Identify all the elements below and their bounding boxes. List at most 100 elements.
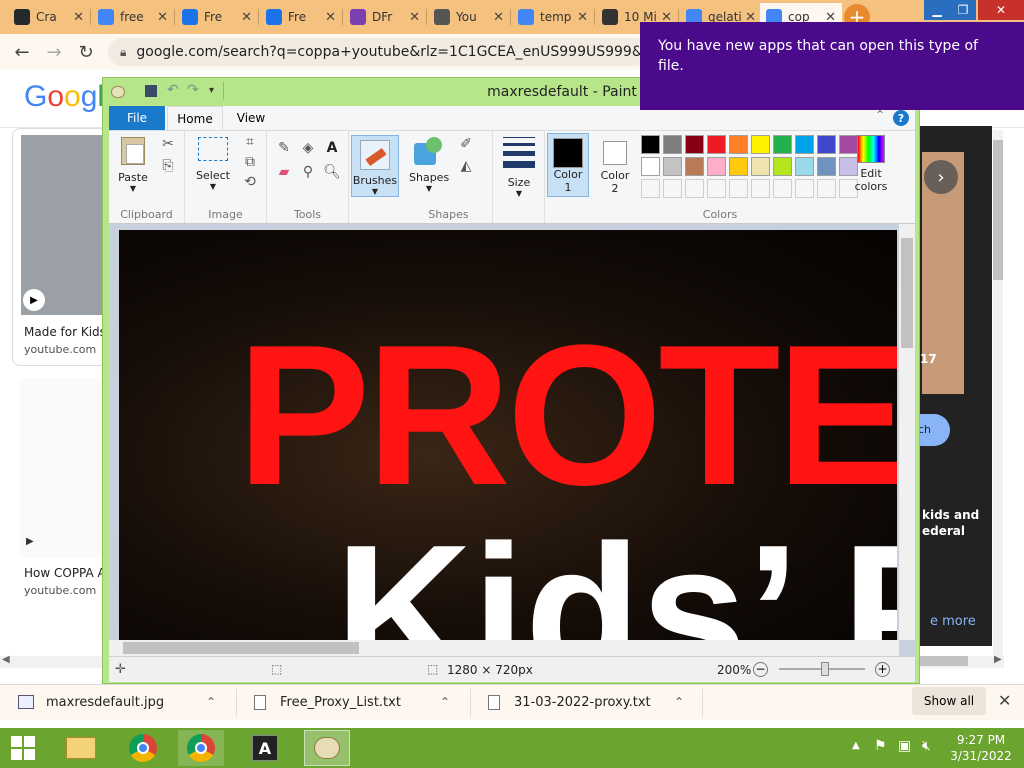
crop-icon[interactable]: ⌗ — [241, 133, 259, 151]
edit-colors-button[interactable]: Edit colors — [851, 135, 891, 193]
custom-color-slot[interactable] — [685, 179, 704, 198]
text-icon[interactable]: A — [323, 139, 341, 157]
close-tab-icon[interactable]: ✕ — [577, 10, 588, 25]
download-item[interactable]: maxresdefault.jpg ⌃ — [18, 685, 228, 719]
zoom-out-button[interactable]: − — [753, 662, 768, 677]
close-downloads-bar-icon[interactable]: ✕ — [998, 691, 1011, 710]
close-window-button[interactable]: ✕ — [978, 0, 1024, 20]
canvas-hscrollbar[interactable] — [109, 640, 899, 656]
back-arrow-icon[interactable]: ← — [12, 42, 32, 63]
custom-color-slot[interactable] — [707, 179, 726, 198]
minimize-button[interactable]: ▁ — [924, 0, 950, 20]
palette-swatch[interactable] — [773, 157, 792, 176]
result-thumbnail[interactable] — [20, 378, 104, 558]
action-center-flag-icon[interactable]: ⚑ — [874, 738, 887, 754]
palette-swatch[interactable] — [751, 135, 770, 154]
zoom-in-button[interactable]: + — [875, 662, 890, 677]
result-title[interactable]: How COPPA A — [24, 566, 106, 580]
system-clock[interactable]: 9:27 PM 3/31/2022 — [948, 732, 1014, 764]
page-hscrollbar-thumb[interactable] — [920, 656, 968, 666]
scroll-left-icon[interactable]: ◀ — [2, 654, 10, 665]
palette-swatch[interactable] — [707, 157, 726, 176]
palette-swatch[interactable] — [751, 157, 770, 176]
paste-button[interactable]: Paste ▼ — [115, 137, 151, 193]
close-tab-icon[interactable]: ✕ — [493, 10, 504, 25]
palette-swatch[interactable] — [685, 135, 704, 154]
file-explorer-icon[interactable] — [58, 730, 104, 766]
custom-color-slot[interactable] — [751, 179, 770, 198]
palette-swatch[interactable] — [707, 135, 726, 154]
paint-taskbar-icon[interactable] — [304, 730, 350, 766]
show-all-downloads-button[interactable]: Show all — [912, 687, 986, 715]
palette-swatch[interactable] — [729, 157, 748, 176]
chrome-icon[interactable] — [120, 730, 166, 766]
fill-shape-icon[interactable]: ◭ — [457, 157, 475, 175]
image-result-card-1[interactable]: ▶ Made for Kids youtube.com — [12, 128, 111, 366]
drawing-canvas[interactable]: PROTE Kids’ P — [119, 230, 897, 640]
close-tab-icon[interactable]: ✕ — [241, 10, 252, 25]
a-app-icon[interactable]: A — [242, 730, 288, 766]
result-title[interactable]: Made for Kids — [24, 325, 106, 339]
outline-icon[interactable]: ✐ — [457, 135, 475, 153]
palette-swatch[interactable] — [773, 135, 792, 154]
browser-tab[interactable]: Cra ✕ — [8, 3, 90, 31]
palette-swatch[interactable] — [795, 157, 814, 176]
canvas-vscrollbar-thumb[interactable] — [901, 238, 913, 348]
palette-swatch[interactable] — [817, 135, 836, 154]
volume-muted-icon[interactable]: 🔇︎ — [922, 738, 931, 754]
home-tab[interactable]: Home — [167, 106, 223, 131]
download-item[interactable]: 31-03-2022-proxy.txt ⌃ — [488, 685, 698, 719]
copy-icon[interactable]: ⎘ — [159, 157, 177, 175]
color2-button[interactable]: Color 2 — [595, 133, 635, 197]
canvas-vscrollbar[interactable] — [899, 224, 915, 640]
shapes-button[interactable]: Shapes ▼ — [409, 137, 449, 193]
custom-color-slot[interactable] — [641, 179, 660, 198]
reload-icon[interactable]: ↻ — [76, 42, 96, 63]
download-item[interactable]: Free_Proxy_List.txt ⌃ — [254, 685, 464, 719]
resize-icon[interactable]: ⧉ — [241, 153, 259, 171]
color-picker-icon[interactable]: ⚲ — [299, 163, 317, 181]
palette-swatch[interactable] — [641, 135, 660, 154]
custom-color-slot[interactable] — [663, 179, 682, 198]
custom-color-slot[interactable] — [795, 179, 814, 198]
result-thumbnail[interactable] — [21, 135, 111, 315]
chevron-up-icon[interactable]: ⌃ — [674, 695, 684, 709]
palette-swatch[interactable] — [817, 157, 836, 176]
custom-color-slot[interactable] — [773, 179, 792, 198]
view-tab[interactable]: View — [225, 106, 277, 130]
close-tab-icon[interactable]: ✕ — [325, 10, 336, 25]
rotate-icon[interactable]: ⟲ — [241, 173, 259, 191]
browser-tab[interactable]: Fre ✕ — [260, 3, 342, 31]
help-icon[interactable]: ? — [893, 110, 909, 126]
scroll-right-icon[interactable]: ▶ — [994, 654, 1002, 665]
browser-tab[interactable]: You ✕ — [428, 3, 510, 31]
palette-swatch[interactable] — [663, 157, 682, 176]
palette-swatch[interactable] — [729, 135, 748, 154]
size-button[interactable]: Size ▼ — [501, 137, 537, 198]
browser-tab[interactable]: free ✕ — [92, 3, 174, 31]
custom-color-slot[interactable] — [729, 179, 748, 198]
select-button[interactable]: Select ▼ — [193, 137, 233, 191]
browser-tab[interactable]: temp m ✕ — [512, 3, 594, 31]
close-tab-icon[interactable]: ✕ — [157, 10, 168, 25]
close-tab-icon[interactable]: ✕ — [409, 10, 420, 25]
palette-swatch[interactable] — [795, 135, 814, 154]
start-button[interactable] — [0, 730, 46, 766]
color1-button[interactable]: Color 1 — [547, 133, 589, 197]
magnifier-icon[interactable]: 🔍︎ — [323, 163, 341, 181]
file-tab[interactable]: File — [109, 106, 165, 130]
close-tab-icon[interactable]: ✕ — [73, 10, 84, 25]
chevron-right-icon[interactable]: › — [924, 160, 958, 194]
cut-icon[interactable]: ✂ — [159, 135, 177, 153]
palette-swatch[interactable] — [663, 135, 682, 154]
palette-swatch[interactable] — [641, 157, 660, 176]
collapse-ribbon-icon[interactable]: ⌃ — [875, 108, 885, 122]
canvas-hscrollbar-thumb[interactable] — [123, 642, 359, 654]
network-icon[interactable]: ▣ — [898, 738, 911, 754]
palette-swatch[interactable] — [685, 157, 704, 176]
eraser-icon[interactable]: ▰ — [275, 163, 293, 181]
zoom-slider-thumb[interactable] — [821, 662, 829, 676]
maximize-button[interactable]: ❐ — [950, 0, 976, 20]
chevron-up-icon[interactable]: ⌃ — [206, 695, 216, 709]
see-more-link[interactable]: e more — [930, 614, 976, 629]
